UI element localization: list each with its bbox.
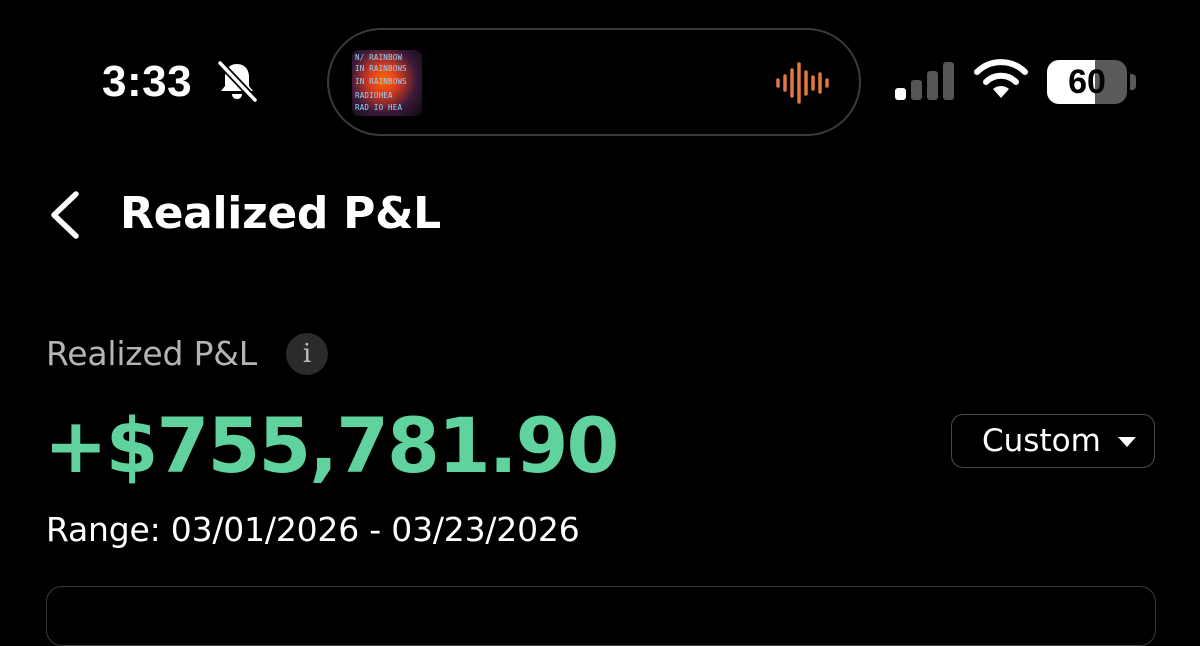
battery-cap (1130, 74, 1136, 90)
pnl-label: Realized P&L (46, 334, 257, 373)
signal-icon (895, 62, 954, 100)
wifi-icon (974, 59, 1028, 98)
pnl-value: +$755,781.90 (44, 401, 619, 490)
date-range-text: Range: 03/01/2026 - 03/23/2026 (46, 510, 580, 549)
battery-indicator: 60 (1047, 60, 1137, 104)
chart-card (46, 586, 1156, 646)
bell-off-icon (216, 59, 259, 104)
battery-icon: 60 (1047, 60, 1127, 104)
page-title: Realized P&L (120, 188, 441, 239)
album-art: N/ RAINBOW IN RAINBOWS IN RAINBOWS RADIO… (352, 50, 422, 116)
status-time: 3:33 (102, 57, 193, 106)
chevron-left-icon (51, 191, 79, 239)
album-art-text: RADIOHEA (355, 91, 393, 100)
range-selector-label: Custom (982, 423, 1101, 459)
battery-level: 60 (1068, 63, 1106, 101)
dynamic-island[interactable]: N/ RAINBOW IN RAINBOWS IN RAINBOWS RADIO… (327, 28, 861, 136)
info-icon[interactable]: i (286, 333, 328, 375)
album-art-text: IN RAINBOWS (355, 77, 407, 86)
range-selector-dropdown[interactable]: Custom (951, 414, 1155, 468)
waveform-icon (776, 62, 829, 104)
album-art-text: IN RAINBOWS (355, 64, 407, 73)
caret-down-icon (1118, 437, 1136, 447)
album-art-text: N/ RAINBOW (355, 53, 403, 62)
album-art-text: RAD IO HEA (355, 103, 403, 112)
back-button[interactable] (36, 180, 96, 250)
